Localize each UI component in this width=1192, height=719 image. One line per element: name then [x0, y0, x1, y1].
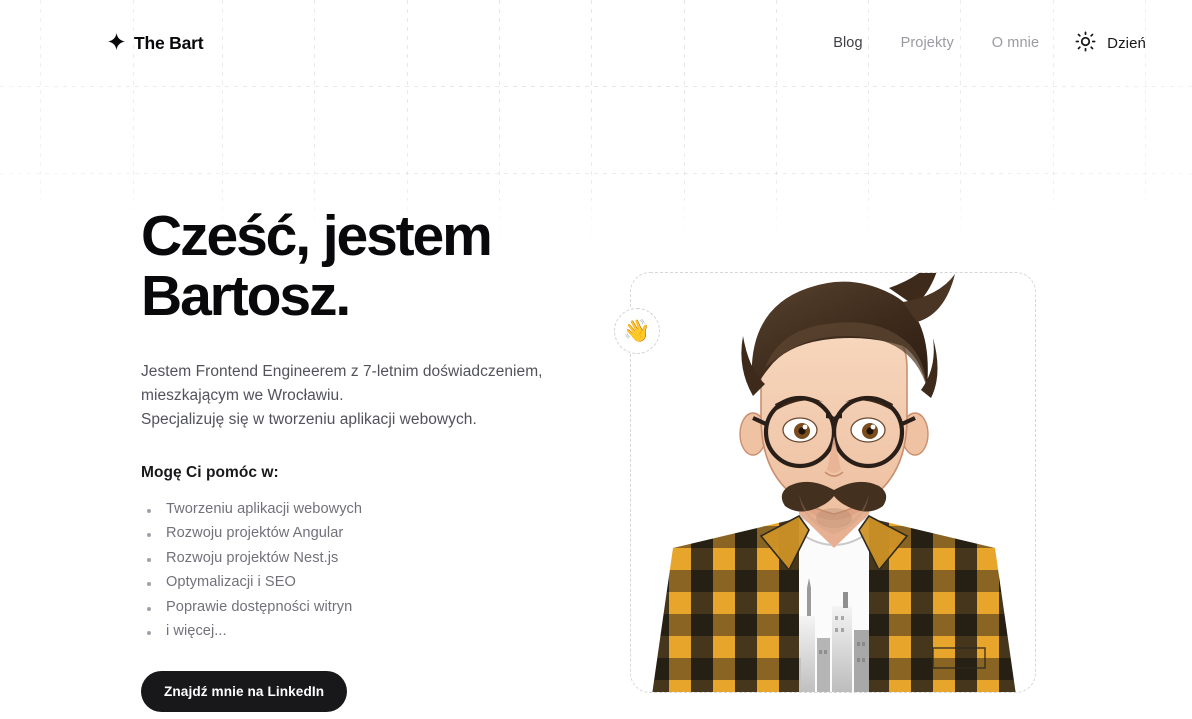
- hero-text-column: Cześć, jestem Bartosz. Jestem Frontend E…: [141, 206, 601, 712]
- list-item: Optymalizacji i SEO: [141, 574, 601, 590]
- help-list: Tworzeniu aplikacji webowych Rozwoju pro…: [141, 501, 601, 639]
- waving-hand-icon: 👋: [623, 318, 651, 343]
- theme-toggle-label: Dzień: [1107, 34, 1146, 52]
- nav-item-blog[interactable]: Blog: [814, 35, 881, 51]
- hero-description-line-3: Specjalizuję się w tworzeniu aplikacji w…: [141, 410, 477, 428]
- hero-section: Cześć, jestem Bartosz. Jestem Frontend E…: [0, 0, 1192, 719]
- sparkle-icon: [108, 32, 125, 53]
- hero-description-line-2: mieszkającym we Wrocławiu.: [141, 386, 344, 404]
- hero-description: Jestem Frontend Engineerem z 7-letnim do…: [141, 360, 601, 432]
- list-item: Rozwoju projektów Angular: [141, 525, 601, 541]
- help-list-title: Mogę Ci pomóc w:: [141, 463, 279, 481]
- list-item: Poprawie dostępności witryn: [141, 599, 601, 615]
- headline-line-2: Bartosz.: [141, 264, 351, 329]
- hero-description-line-1: Jestem Frontend Engineerem z 7-letnim do…: [141, 362, 543, 380]
- sun-icon: [1075, 31, 1096, 55]
- nav-item-o-mnie[interactable]: O mnie: [973, 35, 1058, 51]
- linkedin-cta-button[interactable]: Znajdź mnie na LinkedIn: [141, 670, 348, 712]
- headline-line-1: Cześć, jestem: [141, 204, 493, 268]
- portrait-illustration: [631, 273, 1035, 692]
- nav-item-projekty[interactable]: Projekty: [882, 35, 973, 51]
- site-header: The Bart Blog Projekty O mnie Dzień: [0, 0, 1192, 86]
- list-item: Rozwoju projektów Nest.js: [141, 550, 601, 566]
- list-item: i więcej...: [141, 623, 601, 639]
- brand-name: The Bart: [134, 32, 204, 53]
- main-navigation: Blog Projekty O mnie Dzień: [814, 31, 1146, 55]
- page-root: The Bart Blog Projekty O mnie Dzień Cześ…: [0, 0, 1192, 719]
- brand-logo[interactable]: The Bart: [108, 32, 204, 54]
- portrait-card: [630, 272, 1036, 693]
- list-item: Tworzeniu aplikacji webowych: [141, 501, 601, 517]
- wave-emoji-badge: 👋: [614, 308, 660, 354]
- page-title: Cześć, jestem Bartosz.: [141, 206, 601, 327]
- theme-toggle-button[interactable]: Dzień: [1075, 31, 1146, 55]
